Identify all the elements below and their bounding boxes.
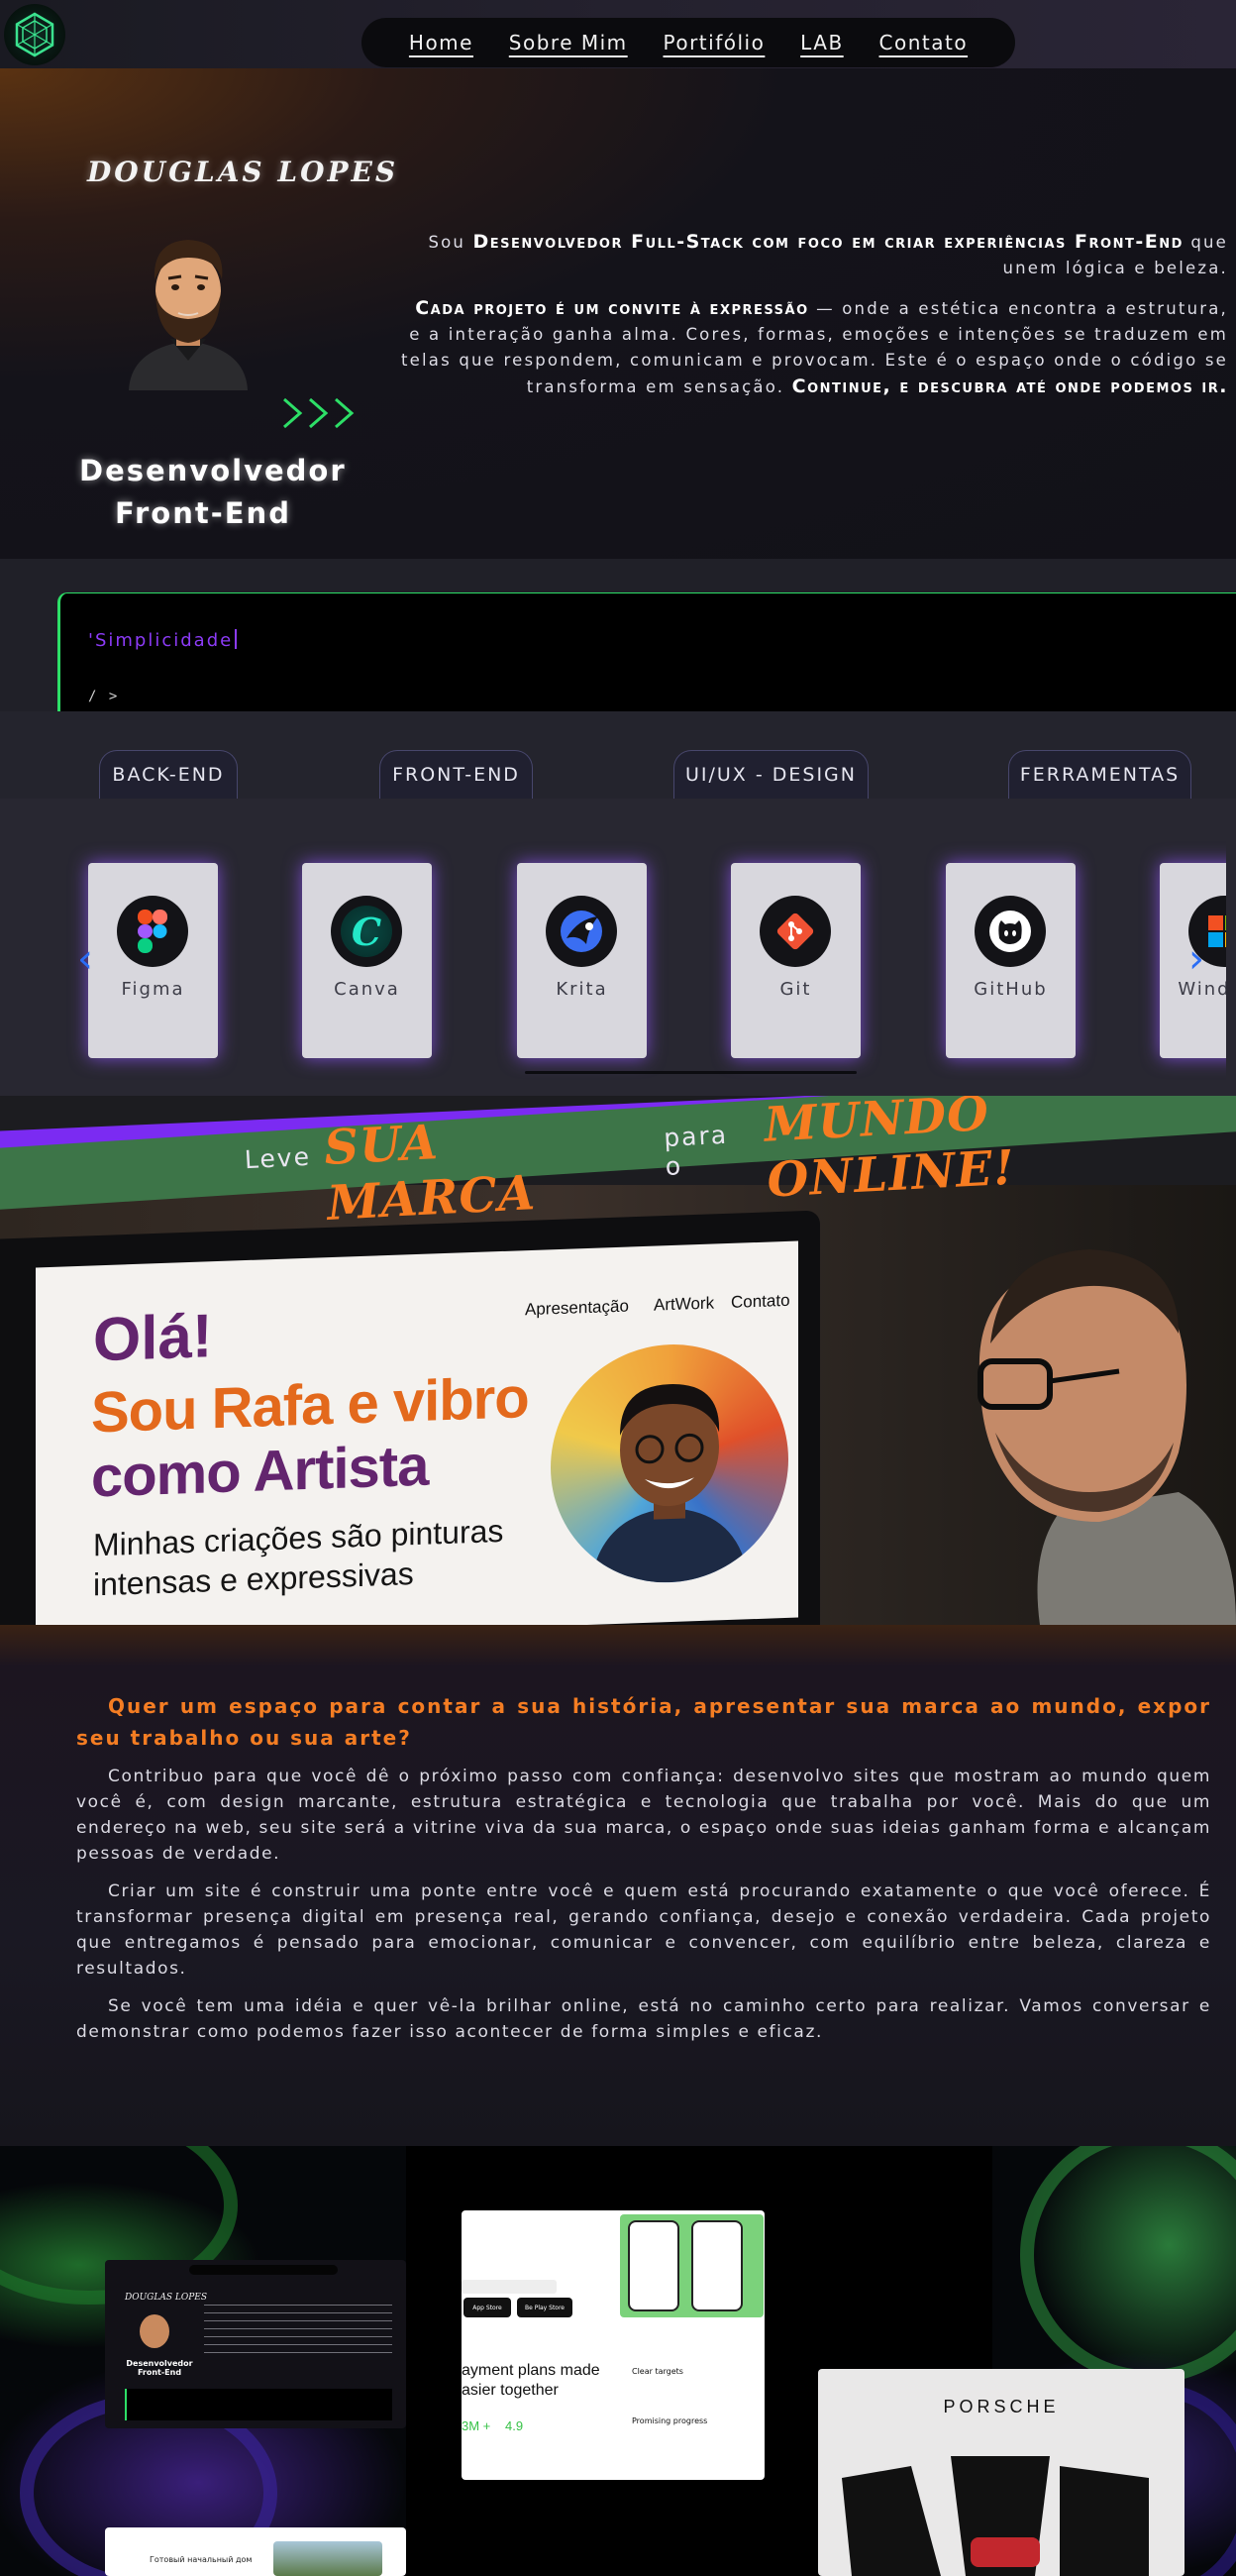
hero-role-line2: Front-End [115, 496, 291, 530]
avatar [129, 240, 248, 390]
thumb-stat-1: 3M + [462, 2418, 491, 2433]
services-text: Quer um espaço para contar a sua históri… [76, 1690, 1211, 2057]
thumb-phone [628, 2220, 679, 2311]
tool-card-canva[interactable]: C Canva [302, 863, 432, 1058]
hero-p1-strong: Desenvolvedor Full-Stack com foco em cri… [472, 231, 1184, 253]
laptop-screen: Apresentação ArtWork Contato Olá! Sou Ra… [36, 1240, 798, 1625]
thumb-phone [691, 2220, 743, 2311]
screen-nav-artwork: ArtWork [654, 1293, 715, 1315]
tab-ferramentas[interactable]: FERRAMENTAS [1008, 750, 1191, 799]
git-icon [760, 896, 831, 967]
banner-word-leve: Leve [244, 1141, 312, 1175]
screen-nav-apresentacao: Apresentação [525, 1296, 629, 1320]
thumb-phone-area [620, 2214, 764, 2317]
thumb-home-image [273, 2541, 382, 2576]
nav-sobre-mim[interactable]: Sobre Mim [509, 31, 628, 54]
thumb-stat-2: 4.9 [505, 2418, 524, 2433]
hero-paragraph-1: Sou Desenvolvedor Full-Stack com foco em… [396, 229, 1228, 281]
krita-icon [546, 896, 617, 967]
thumb-feature-2: Promising progress [632, 2416, 708, 2425]
canva-icon: C [331, 896, 402, 967]
hero-paragraph-2: Cada projeto é um convite à expressão — … [396, 295, 1228, 400]
arrows-icon [283, 397, 355, 429]
hero-role-line1: Desenvolvedor [79, 454, 347, 487]
portfolio-thumb-home[interactable]: Готовый начальный дом [105, 2527, 406, 2576]
tool-label: GitHub [974, 979, 1048, 1000]
tool-label: Figma [121, 979, 185, 1000]
thumb-terminal [125, 2389, 392, 2420]
hero-role: Desenvolvedor Front-End [79, 450, 347, 535]
thumb-app-store-button: App Store [464, 2298, 511, 2317]
tool-card-krita[interactable]: Krita [517, 863, 647, 1058]
main-nav: Home Sobre Mim Portifólio LAB Contato [361, 18, 1015, 67]
thumb-nav [189, 2265, 338, 2275]
tab-ui-ux-design[interactable]: UI/UX - DESIGN [673, 750, 869, 799]
hero-intro: Sou Desenvolvedor Full-Stack com foco em… [396, 229, 1228, 414]
figma-icon [117, 896, 188, 967]
tool-label: Git [779, 979, 812, 1000]
nav-contato[interactable]: Contato [879, 31, 969, 54]
carousel-prev-button[interactable]: ‹ [77, 936, 93, 982]
tab-front-end[interactable]: FRONT-END [379, 750, 533, 799]
carousel-scrollbar[interactable] [525, 1071, 857, 1074]
portfolio-thumb-site[interactable]: DOUGLAS LOPES Desenvolvedor Front-End [105, 2260, 406, 2428]
tool-label: Windows [1178, 979, 1226, 1000]
screen-greeting: Olá! [93, 1302, 213, 1375]
thumb-feature-1: Clear targets [632, 2367, 683, 2376]
banner-word-sua-marca: SUA MARCA [322, 1115, 538, 1232]
hero-name: DOUGLAS LOPES [87, 156, 399, 188]
services-paragraph-1: Contribuo para que você dê o próximo pas… [76, 1767, 1211, 1864]
man-photo [978, 1249, 1236, 1625]
services-paragraph-2: Criar um site é construir uma ponte entr… [76, 1881, 1211, 1979]
thumb-play-store-button: Be Play Store [517, 2298, 572, 2317]
thumb-porsche-brand: PORSCHE [943, 2397, 1060, 2416]
thumb-role: Desenvolvedor Front-End [126, 2359, 193, 2377]
thumb-home-caption: Готовый начальный дом [150, 2555, 253, 2564]
thumb-porsche-art [842, 2456, 1149, 2576]
portfolio-thumb-porsche[interactable]: PORSCHE [818, 2369, 1184, 2576]
background-swirl [1020, 2146, 1236, 2384]
services-section: Quer um espaço para contar a sua históri… [0, 1625, 1236, 2146]
screen-headline-1: Sou Rafa e vibro [91, 1365, 529, 1446]
tool-label: Krita [556, 979, 608, 1000]
portfolio-thumb-payments[interactable]: App Store Be Play Store ayment plans mad… [462, 2210, 765, 2480]
terminal-prompt: / > [88, 689, 120, 704]
thumb-headline-line1: ayment plans made [462, 2362, 600, 2379]
hero-section: DOUGLAS LOPES Desenvolvedor Front-End So… [0, 68, 1236, 559]
thumb-text-lines [204, 2305, 392, 2354]
artist-portrait [551, 1340, 788, 1587]
typing-terminal: 'Simplicidade / > [57, 592, 1236, 711]
portfolio-section: DOUGLAS LOPES Desenvolvedor Front-End Ap… [0, 2146, 1236, 2576]
screen-nav-contato: Contato [731, 1290, 790, 1312]
brand-banner: Apresentação ArtWork Contato Olá! Sou Ra… [0, 1096, 1236, 1625]
thumb-headline: ayment plans made asier together [462, 2361, 600, 2401]
hero-p2-strong: Cada projeto é um convite à expressão [415, 297, 809, 319]
thumb-name: DOUGLAS LOPES [125, 2293, 208, 2303]
thumb-avatar [140, 2314, 169, 2348]
thumb-pill [462, 2280, 557, 2294]
screen-subtitle: Minhas criações são pinturas intensas e … [93, 1512, 504, 1603]
logo-icon[interactable] [4, 4, 65, 65]
banner-word-para-o: para o [663, 1120, 729, 1182]
tool-label: Canva [334, 979, 400, 1000]
nav-home[interactable]: Home [409, 31, 473, 54]
screen-headline-2: como Artista [91, 1433, 429, 1510]
tool-card-github[interactable]: GitHub [946, 863, 1076, 1058]
tool-card-git[interactable]: Git [731, 863, 861, 1058]
services-paragraph-3: Se você tem uma idéia e quer vê-la brilh… [76, 1996, 1211, 2042]
terminal-typed-text: 'Simplicidade [88, 629, 237, 651]
thumb-headline-line2: asier together [462, 2382, 559, 2399]
tool-card-figma[interactable]: Figma [88, 863, 218, 1058]
nav-portfolio[interactable]: Portifólio [664, 31, 766, 54]
hero-p1-lead: Sou [428, 233, 466, 252]
github-icon [975, 896, 1046, 967]
hero-p2-cta: Continue, e descubra até onde podemos ir… [791, 376, 1228, 397]
top-header: Home Sobre Mim Portifólio LAB Contato [0, 0, 1236, 68]
tab-back-end[interactable]: BACK-END [99, 750, 238, 799]
services-question: Quer um espaço para contar a sua históri… [76, 1694, 1211, 1750]
carousel-next-button[interactable]: › [1188, 936, 1204, 982]
nav-lab[interactable]: LAB [800, 31, 844, 54]
tools-carousel: Figma C Canva Krita Git GitHub Wind [0, 799, 1226, 1096]
